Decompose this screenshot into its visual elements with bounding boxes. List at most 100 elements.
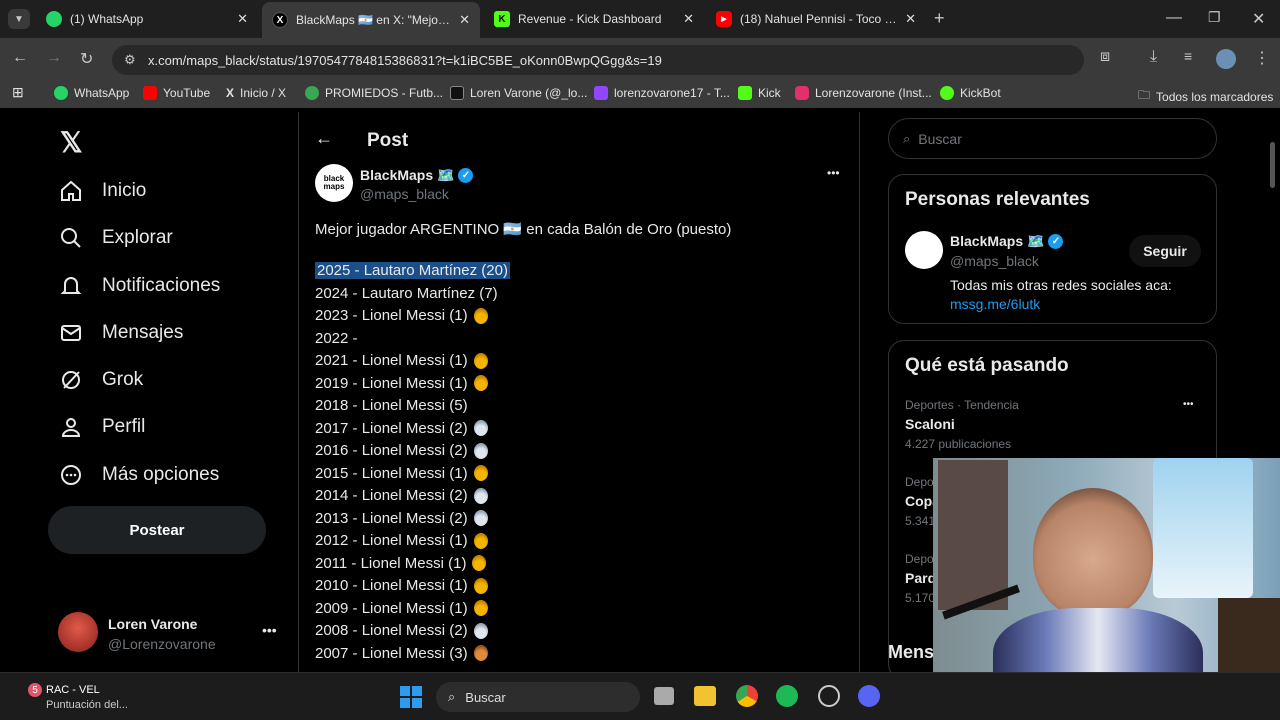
widget-badge: 5 [28,683,42,697]
widget-title[interactable]: RAC - VEL [46,684,100,696]
post-line: 2010 - Lionel Messi (1) [315,577,488,594]
relevant-name-row[interactable]: BlackMaps 🗺️ ✓ [950,233,1064,250]
spotify-icon[interactable] [776,685,798,707]
search-placeholder: Buscar [918,130,962,147]
post-button[interactable]: Postear [48,506,266,554]
window-close-icon[interactable]: ✕ [1252,9,1265,29]
bookmark-promiedos[interactable]: PROMIEDOS - Futb... [305,86,443,100]
post-line-text: 2022 - [315,329,358,347]
nav-mensajes[interactable]: Mensajes [58,320,183,346]
tab-youtube[interactable]: ▶ (18) Nahuel Pennisi - Toco y Me ✕ [706,4,926,34]
media-control-icon[interactable]: ≡ [1184,48,1192,64]
nav-perfil[interactable]: Perfil [58,414,145,440]
author-name-row[interactable]: BlackMaps 🗺️ ✓ [360,167,474,184]
tab-label: (1) WhatsApp [70,12,144,26]
bookmark-youtube[interactable]: YouTube [143,86,210,100]
silver-medal-icon [473,420,488,436]
more-horizontal-icon[interactable]: ••• [262,622,277,638]
close-icon[interactable]: ✕ [459,12,470,28]
bookmark-label: YouTube [163,86,211,100]
nav-inicio[interactable]: Inicio [58,178,146,204]
x-logo-icon[interactable]: 𝕏 [60,126,83,159]
tab-label: Revenue - Kick Dashboard [518,12,662,26]
verified-badge-icon: ✓ [1048,234,1064,249]
bookmark-label: WhatsApp [74,86,130,100]
follow-button[interactable]: Seguir [1129,235,1201,267]
settings-gear-icon[interactable] [818,685,840,707]
file-explorer-icon[interactable] [694,686,716,706]
extensions-icon[interactable]: ⧈ [1100,48,1110,66]
post-line: 2015 - Lionel Messi (1) [315,465,488,482]
silver-medal-icon [473,510,488,526]
all-bookmarks-folder[interactable]: 🗀 Todos los marcadores [1138,86,1273,107]
bookmark-tiktok[interactable]: Loren Varone (@_lo... [450,86,587,100]
post-line: 2011 - Lionel Messi (1) [315,555,487,572]
nav-mas-opciones[interactable]: Más opciones [58,462,219,488]
nav-explorar[interactable]: Explorar [58,225,173,251]
nav-label: Explorar [102,227,173,248]
trend-item[interactable]: Deportes · Tendencia Scaloni 4.227 publi… [905,398,1019,451]
search-box[interactable]: ⌕ Buscar [888,118,1217,159]
avatar[interactable] [58,612,98,652]
kebab-menu-icon[interactable]: ⋮ [1254,48,1270,68]
post-line-text: 2009 - Lionel Messi (1) [315,599,468,617]
close-icon[interactable]: ✕ [905,11,916,27]
trend-count: 4.227 publicaciones [905,437,1012,451]
tab-kick-dashboard[interactable]: K Revenue - Kick Dashboard ✕ [484,4,704,34]
avatar[interactable] [905,231,943,269]
address-bar[interactable]: ⚙ x.com/maps_black/status/19705477848153… [112,45,1084,75]
widget-subtitle[interactable]: Puntuación del... [46,699,128,711]
task-view-icon[interactable] [654,687,674,705]
author-name: BlackMaps 🗺️ [360,167,455,183]
post-line: 2022 - [315,330,358,347]
url-text: x.com/maps_black/status/1970547784815386… [148,52,662,68]
forward-arrow-icon[interactable]: → [46,49,62,67]
post-line: 2009 - Lionel Messi (1) [315,600,488,617]
relevant-link[interactable]: mssg.me/6lutk [950,296,1040,312]
post-line-text: 2016 - Lionel Messi (2) [315,442,468,459]
chrome-icon[interactable] [736,685,758,707]
silver-medal-icon [473,442,488,459]
search-icon [58,225,84,251]
taskbar-search[interactable]: ⌕ Buscar [436,682,640,712]
card-title: Personas relevantes [905,189,1090,210]
restore-icon[interactable]: ❐ [1208,9,1221,26]
bookmark-whatsapp[interactable]: WhatsApp [54,86,129,100]
bookmark-label: Inicio / X [240,86,287,100]
post-line-text: 2021 - Lionel Messi (1) [315,352,468,369]
apps-grid-icon[interactable]: ⊞ [12,84,24,101]
site-info-icon[interactable]: ⚙ [124,52,136,68]
tab-search-chevron-icon[interactable]: ▼ [8,9,30,29]
bookmark-twitch[interactable]: lorenzovarone17 - T... [594,86,730,100]
new-tab-plus-icon[interactable]: + [934,8,945,29]
silver-medal-icon [473,622,488,639]
windows-start-icon[interactable] [400,686,422,708]
scrollbar-thumb[interactable] [1270,142,1275,188]
more-horizontal-icon[interactable]: ••• [1183,399,1194,410]
bookmark-kickbot[interactable]: KickBot [940,86,1001,100]
tab-whatsapp[interactable]: (1) WhatsApp ✕ [36,4,258,34]
bookmark-inicio-x[interactable]: X Inicio / X [226,86,286,100]
bookmark-instagram[interactable]: Lorenzovarone (Inst... [795,86,932,100]
back-arrow-icon[interactable]: ← [315,128,333,149]
bookmark-kick[interactable]: Kick [738,86,781,100]
nav-notificaciones[interactable]: Notificaciones [58,273,220,299]
profile-avatar[interactable] [1216,49,1236,69]
trend-item[interactable]: Depo Pard 5.170 [905,552,936,605]
taskbar-search-label: Buscar [465,689,506,705]
nav-label: Mensajes [102,322,184,343]
messages-drawer-title[interactable]: Mens [888,642,934,663]
author-avatar[interactable]: black maps [315,164,353,202]
close-icon[interactable]: ✕ [683,11,694,27]
gold-medal-icon [473,307,488,324]
trend-context: Depo [905,552,934,566]
tab-blackmaps[interactable]: X BlackMaps 🇦🇷 en X: "Mejor jug ✕ [262,2,480,38]
download-icon[interactable]: ⤓ [1150,48,1157,66]
minimize-icon[interactable]: — [1166,9,1182,27]
discord-icon[interactable] [858,685,880,707]
nav-grok[interactable]: Grok [58,367,143,393]
back-arrow-icon[interactable]: ← [12,49,28,67]
close-icon[interactable]: ✕ [237,11,248,27]
more-horizontal-icon[interactable]: ••• [827,166,840,180]
reload-icon[interactable]: ↻ [80,49,93,69]
